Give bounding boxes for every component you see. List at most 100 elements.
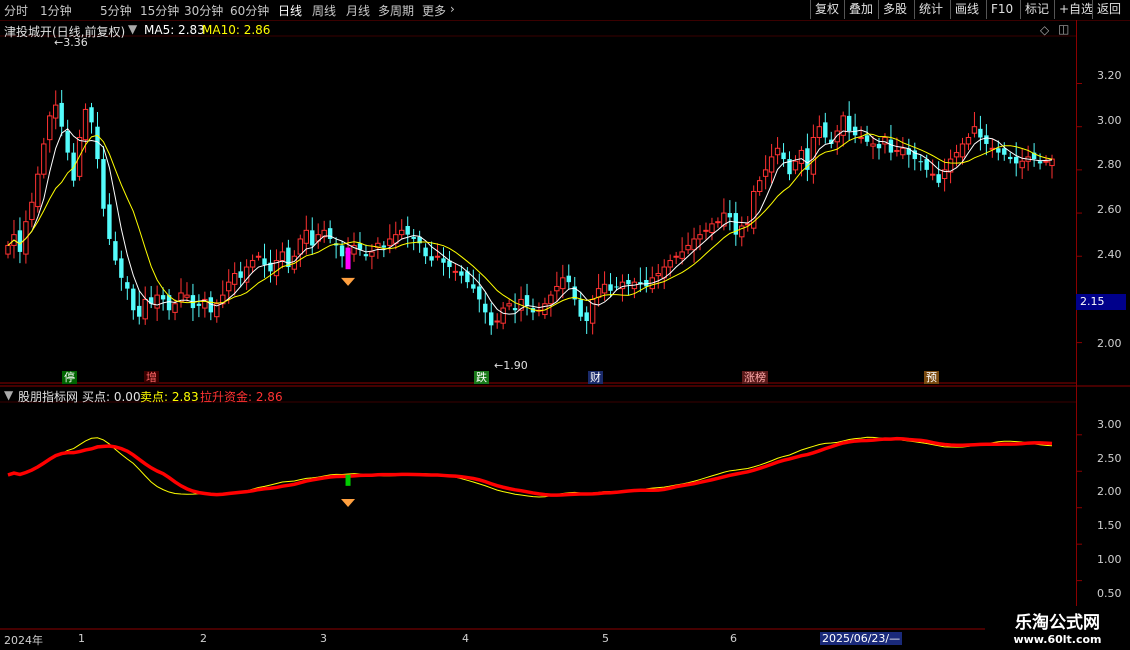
candle-body: [792, 160, 799, 171]
sub-y-tick-label: 3.00: [1097, 418, 1122, 431]
candle-body: [5, 244, 11, 255]
fund-line: [7, 436, 1053, 497]
candle-body: [231, 273, 238, 285]
event-tag-suspend[interactable]: 停: [62, 371, 77, 384]
candle-body: [339, 245, 345, 257]
y-tick-label: 2.60: [1097, 203, 1122, 216]
candle-body: [512, 308, 518, 311]
window-toggle-icon[interactable]: ◫: [1058, 22, 1069, 36]
candle-body: [959, 143, 966, 158]
candle-body: [160, 295, 166, 300]
candle-body: [483, 303, 488, 313]
candle-body: [685, 244, 691, 251]
candle-body: [423, 247, 428, 257]
candle-body: [667, 260, 673, 268]
x-tick-label: 3: [320, 632, 327, 645]
event-tag-forecast[interactable]: 预: [924, 371, 939, 384]
fund-label: 拉升资金: 2.86: [200, 390, 283, 404]
event-tag-increase[interactable]: 增: [144, 371, 159, 384]
candle-body: [310, 230, 315, 246]
y-tick-label: 3.20: [1097, 69, 1122, 82]
candle-body: [1008, 156, 1013, 160]
candle-body: [41, 143, 47, 175]
candle-body: [566, 275, 571, 283]
event-tag-drop[interactable]: 跌: [474, 371, 489, 384]
candle-body: [113, 241, 118, 261]
candle-body: [405, 226, 410, 235]
candle-body: [816, 126, 823, 138]
candle-body: [459, 271, 464, 276]
candle-body: [506, 303, 512, 307]
candle-body: [1019, 160, 1025, 169]
x-tick-label: 5: [602, 632, 609, 645]
candle-body: [679, 251, 685, 259]
candle-body: [601, 283, 608, 294]
candle-body: [279, 251, 286, 262]
ma10-line: [7, 133, 1053, 312]
sub-y-tick-label: 2.00: [1097, 485, 1122, 498]
kline-chart[interactable]: [0, 0, 1130, 650]
candle-body: [65, 131, 70, 153]
candle-body: [578, 299, 583, 317]
candle-body: [411, 236, 416, 239]
candle-body: [131, 288, 136, 311]
candle-body: [101, 159, 106, 209]
event-tag-limitup-list[interactable]: 涨榜: [742, 371, 768, 384]
candle-body: [471, 284, 476, 289]
candle-body: [262, 258, 267, 265]
sub-y-tick-label: 1.50: [1097, 519, 1122, 532]
candle-body: [1037, 161, 1043, 164]
sub-y-tick-label: 1.00: [1097, 553, 1122, 566]
candle-body: [434, 255, 441, 258]
candle-body: [489, 312, 494, 326]
candle-body: [500, 307, 506, 324]
candle-body: [655, 273, 661, 277]
price-axis: [1076, 20, 1130, 630]
candle-body: [119, 258, 124, 278]
x-tick-label: 2: [200, 632, 207, 645]
candle-body: [399, 229, 405, 236]
candle-body: [59, 102, 64, 127]
sub-y-tick-label: 0.50: [1097, 587, 1122, 600]
ma10-label: MA10: 2.86: [202, 23, 271, 37]
signal-candle: [345, 247, 351, 270]
candle-body: [996, 148, 1001, 153]
candle-body: [709, 223, 715, 233]
candle-body: [452, 270, 459, 273]
candle-body: [249, 260, 256, 268]
candle-body: [727, 213, 733, 218]
current-price-tag: 2.15: [1076, 294, 1126, 310]
candle-body: [608, 284, 613, 291]
candle-body: [888, 139, 894, 153]
candle-body: [846, 115, 852, 132]
candle-body: [255, 255, 262, 258]
candle-body: [762, 169, 769, 177]
watermark-logo: 乐淘公式网 www.60lt.com: [985, 606, 1130, 650]
ma5-line: [7, 128, 1053, 315]
candle-body: [870, 143, 876, 147]
candle-body: [774, 147, 781, 156]
candle-body: [286, 247, 291, 268]
candle-body: [47, 115, 53, 141]
candle-body: [823, 122, 828, 138]
candle-body: [107, 204, 112, 239]
candle-body: [142, 298, 148, 320]
candle-body: [595, 288, 602, 298]
cursor-date-label: 2025/06/23/—: [820, 632, 903, 645]
candle-body: [834, 130, 840, 143]
candle-body: [971, 126, 978, 134]
settings-circle-icon[interactable]: ▼: [128, 22, 137, 36]
candle-body: [477, 286, 482, 300]
candle-body: [768, 156, 775, 173]
x-tick-label: 1: [78, 632, 85, 645]
candle-body: [918, 161, 923, 163]
buy-signal-main: [341, 277, 356, 286]
candle-body: [953, 152, 960, 158]
candle-body: [387, 238, 393, 246]
sell-point-line: [7, 436, 1053, 498]
diamond-icon[interactable]: ◇: [1040, 23, 1049, 37]
event-tag-finance[interactable]: 财: [588, 371, 603, 384]
chevron-down-icon[interactable]: ▼: [4, 388, 13, 402]
candle-body: [1014, 156, 1019, 164]
candle-body: [303, 229, 309, 244]
